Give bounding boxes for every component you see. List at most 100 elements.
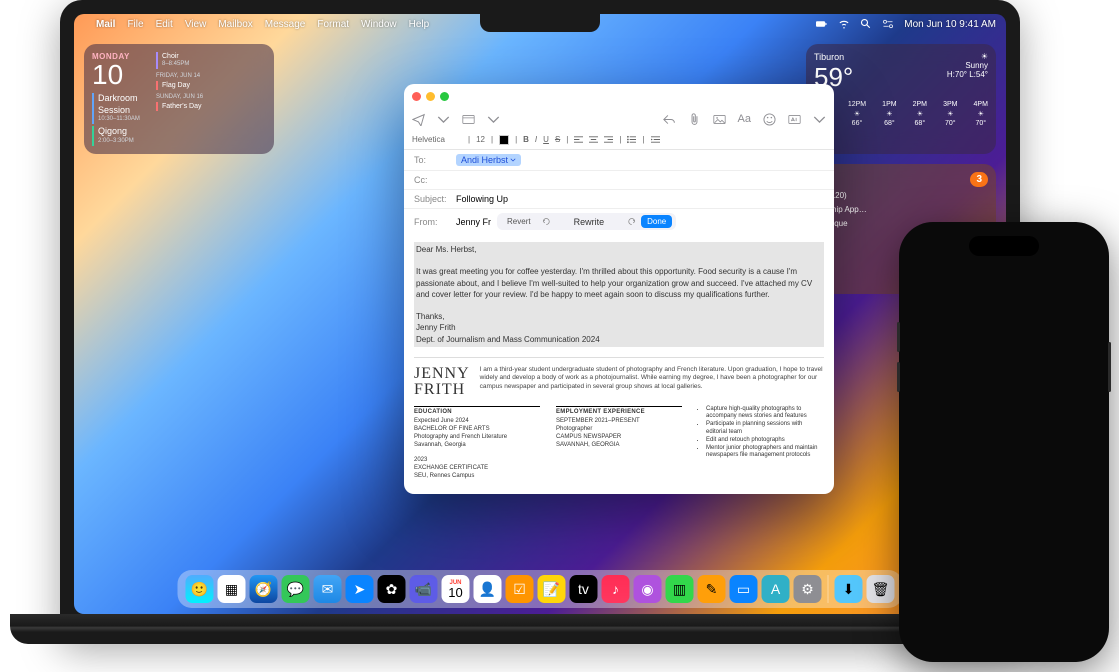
menu-mailbox[interactable]: Mailbox [218, 19, 252, 30]
send-icon[interactable] [412, 113, 425, 126]
format-icon[interactable]: Aa [738, 113, 751, 125]
subject-field[interactable]: Following Up [456, 194, 508, 204]
mail-compose-window: Aa Helvetica | 12 | | B I U S | | [404, 84, 834, 494]
dock-reminders-icon[interactable]: ☑︎ [506, 575, 534, 603]
calendar-section: SUNDAY, JUN 16 [156, 94, 266, 100]
redo-icon[interactable] [628, 217, 637, 226]
resume-edu-text: Expected June 2024 BACHELOR OF FINE ARTS… [414, 418, 540, 480]
calendar-date: 10 [92, 61, 148, 89]
italic-button[interactable]: I [535, 135, 537, 144]
body-greeting: Dear Ms. Herbst, [416, 244, 822, 255]
dock-appstore-icon[interactable]: A [762, 575, 790, 603]
weather-widget[interactable]: Tiburon 59° ☀︎ Sunny H:70° L:54° 11AM☀︎6… [806, 44, 996, 154]
dock-keynote-icon[interactable]: ▭ [730, 575, 758, 603]
resume-first-name: JENNY [414, 366, 470, 382]
undo-icon[interactable] [541, 217, 550, 226]
rewrite-toolbar: Revert Rewrite Done [497, 213, 676, 230]
chevron-down-icon[interactable] [510, 158, 516, 162]
markup-icon[interactable] [788, 113, 801, 126]
dock-music-icon[interactable]: ♪ [602, 575, 630, 603]
chevron-down-icon[interactable] [487, 113, 500, 126]
list-icon[interactable] [627, 135, 636, 144]
photo-icon[interactable] [713, 113, 726, 126]
resume-last-name: FRITH [414, 382, 470, 398]
body-signature-name: Jenny Frith [416, 322, 822, 333]
revert-button[interactable]: Revert [501, 215, 537, 228]
iphone-volume-up [897, 322, 900, 352]
from-value[interactable]: Jenny Fr [456, 217, 491, 227]
weather-range: H:70° L:54° [947, 70, 988, 79]
dock-maps-icon[interactable]: ➤ [346, 575, 374, 603]
calendar-event-title: Flag Day [162, 81, 266, 90]
done-button[interactable]: Done [641, 215, 672, 228]
to-label: To: [414, 155, 456, 165]
app-name[interactable]: Mail [96, 19, 115, 30]
dock-calendar-icon[interactable]: JUN 10 [442, 575, 470, 603]
calendar-event-time: 2:00–3:30PM [98, 138, 148, 146]
dock-trash-icon[interactable]: 🗑 [867, 575, 895, 603]
dock-finder-icon[interactable]: 🙂 [186, 575, 214, 603]
forecast-temp: 66° [852, 120, 863, 127]
iphone-device [899, 222, 1109, 662]
dock-settings-icon[interactable]: ⚙︎ [794, 575, 822, 603]
control-center-icon[interactable] [882, 18, 894, 30]
menu-format[interactable]: Format [317, 19, 349, 30]
dock-notes-icon[interactable]: 📝 [538, 575, 566, 603]
calendar-section: FRIDAY, JUN 14 [156, 73, 266, 79]
dock-tv-icon[interactable]: tv [570, 575, 598, 603]
dock-downloads-icon[interactable]: ⬇︎ [835, 575, 863, 603]
dock-launchpad-icon[interactable]: ▦ [218, 575, 246, 603]
font-size-selector[interactable]: 12 [476, 135, 485, 144]
recipient-pill[interactable]: Andi Herbst [456, 154, 521, 166]
dock-podcasts-icon[interactable]: ◉ [634, 575, 662, 603]
align-left-icon[interactable] [574, 135, 583, 144]
dock-calendar-day: 10 [448, 586, 462, 599]
body-signature-dept: Dept. of Journalism and Mass Communicati… [416, 334, 822, 345]
zoom-window-button[interactable] [440, 92, 449, 101]
mail-body[interactable]: Dear Ms. Herbst, It was great meeting yo… [404, 234, 834, 494]
align-center-icon[interactable] [589, 135, 598, 144]
bold-button[interactable]: B [523, 135, 529, 144]
menu-help[interactable]: Help [409, 19, 430, 30]
strike-button[interactable]: S [555, 135, 560, 144]
reply-icon[interactable] [663, 113, 676, 126]
dock-photos-icon[interactable]: ✿ [378, 575, 406, 603]
forecast-hour: 1PM [882, 101, 896, 108]
calendar-widget[interactable]: MONDAY 10 Darkroom Session 10:30–11:30AM… [84, 44, 274, 154]
minimize-window-button[interactable] [426, 92, 435, 101]
menubar-clock[interactable]: Mon Jun 10 9:41 AM [904, 19, 996, 30]
sun-icon: ☀︎ [947, 110, 953, 118]
align-right-icon[interactable] [604, 135, 613, 144]
indent-icon[interactable] [651, 135, 660, 144]
chevron-down-icon[interactable] [437, 113, 450, 126]
menu-message[interactable]: Message [265, 19, 306, 30]
close-window-button[interactable] [412, 92, 421, 101]
search-icon[interactable] [860, 18, 872, 30]
menu-window[interactable]: Window [361, 19, 397, 30]
calendar-event-title: Darkroom Session [98, 93, 148, 116]
battery-icon[interactable] [816, 18, 828, 30]
text-color-icon[interactable] [499, 135, 509, 145]
dock-facetime-icon[interactable]: 📹 [410, 575, 438, 603]
underline-button[interactable]: U [543, 135, 549, 144]
font-selector[interactable]: Helvetica [412, 135, 462, 144]
dock-contacts-icon[interactable]: 👤 [474, 575, 502, 603]
dock-pages-icon[interactable]: ✎ [698, 575, 726, 603]
wifi-icon[interactable] [838, 18, 850, 30]
resume-bullet: Capture high-quality photographs to acco… [706, 406, 824, 422]
menu-view[interactable]: View [185, 19, 207, 30]
dock: 🙂 ▦ 🧭 💬 ✉︎ ➤ ✿ 📹 JUN 10 👤 ☑︎ 📝 tv ♪ ◉ ▥ … [178, 570, 903, 608]
resume-bullet: Participate in planning sessions with ed… [706, 421, 824, 437]
dock-messages-icon[interactable]: 💬 [282, 575, 310, 603]
emoji-icon[interactable] [763, 113, 776, 126]
calendar-event-title: Father's Day [162, 102, 266, 111]
chevron-down-icon[interactable] [813, 113, 826, 126]
calendar-event-title: Qigong [98, 126, 148, 138]
menu-file[interactable]: File [127, 19, 143, 30]
header-fields-icon[interactable] [462, 113, 475, 126]
attach-icon[interactable] [688, 113, 701, 126]
menu-edit[interactable]: Edit [156, 19, 173, 30]
dock-numbers-icon[interactable]: ▥ [666, 575, 694, 603]
dock-safari-icon[interactable]: 🧭 [250, 575, 278, 603]
dock-mail-icon[interactable]: ✉︎ [314, 575, 342, 603]
